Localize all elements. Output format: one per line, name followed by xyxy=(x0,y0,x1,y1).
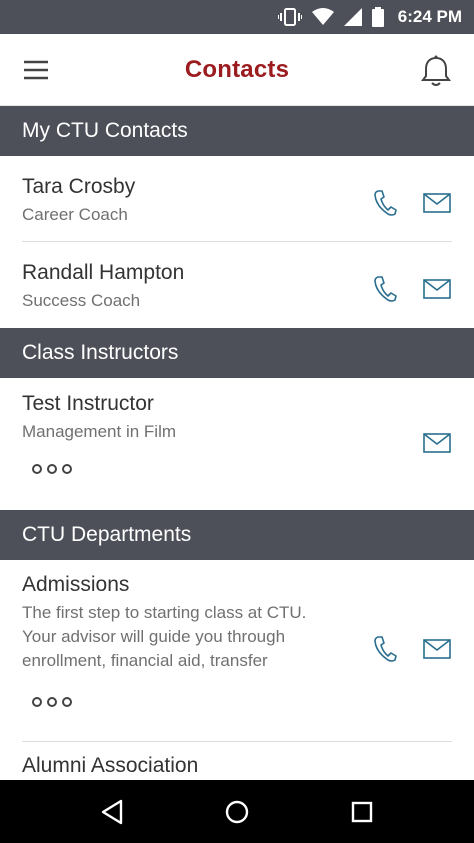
section-header-my-ctu-contacts: My CTU Contacts xyxy=(0,106,474,156)
contact-actions xyxy=(370,188,452,218)
contact-actions xyxy=(370,274,452,304)
section-header-class-instructors: Class Instructors xyxy=(0,328,474,378)
contact-name: Admissions xyxy=(22,573,130,596)
back-icon[interactable] xyxy=(92,792,132,832)
contact-name: Test Instructor xyxy=(22,392,154,415)
battery-icon xyxy=(371,7,384,27)
contact-item[interactable]: Alumni Association xyxy=(22,742,452,780)
recent-apps-icon[interactable] xyxy=(342,792,382,832)
email-icon[interactable] xyxy=(422,188,452,218)
email-icon[interactable] xyxy=(422,428,452,458)
contact-description: The first step to starting class at CTU.… xyxy=(22,603,307,670)
bell-icon[interactable] xyxy=(420,54,452,88)
contact-item[interactable]: Test Instructor Management in Film xyxy=(22,378,452,510)
contact-actions xyxy=(370,634,452,664)
more-options-icon[interactable] xyxy=(32,464,72,474)
more-options-icon[interactable] xyxy=(32,697,72,707)
contact-actions xyxy=(422,428,452,458)
phone-icon[interactable] xyxy=(370,274,400,304)
email-icon[interactable] xyxy=(422,274,452,304)
vibrate-icon xyxy=(277,7,302,27)
hamburger-menu-icon[interactable] xyxy=(22,56,52,84)
status-bar: 6:24 PM xyxy=(0,0,474,34)
section-header-ctu-departments: CTU Departments xyxy=(0,510,474,560)
app-header: Contacts xyxy=(0,34,474,106)
contact-item[interactable]: Randall Hampton Success Coach xyxy=(22,242,452,328)
page-title: Contacts xyxy=(184,55,290,83)
phone-icon[interactable] xyxy=(370,634,400,664)
phone-icon[interactable] xyxy=(370,188,400,218)
contact-name: Alumni Association xyxy=(22,754,199,777)
navigation-bar xyxy=(0,780,474,843)
email-icon[interactable] xyxy=(422,634,452,664)
signal-icon xyxy=(343,8,362,26)
status-time: 6:24 PM xyxy=(397,7,462,26)
contact-item[interactable]: Tara Crosby Career Coach xyxy=(22,156,452,242)
contacts-content[interactable]: My CTU Contacts Tara Crosby Career Coach… xyxy=(0,106,474,780)
wifi-icon xyxy=(311,8,334,26)
contact-item[interactable]: Admissions The first step to starting cl… xyxy=(22,560,452,742)
contact-course: Management in Film xyxy=(22,422,177,441)
home-icon[interactable] xyxy=(217,792,257,832)
